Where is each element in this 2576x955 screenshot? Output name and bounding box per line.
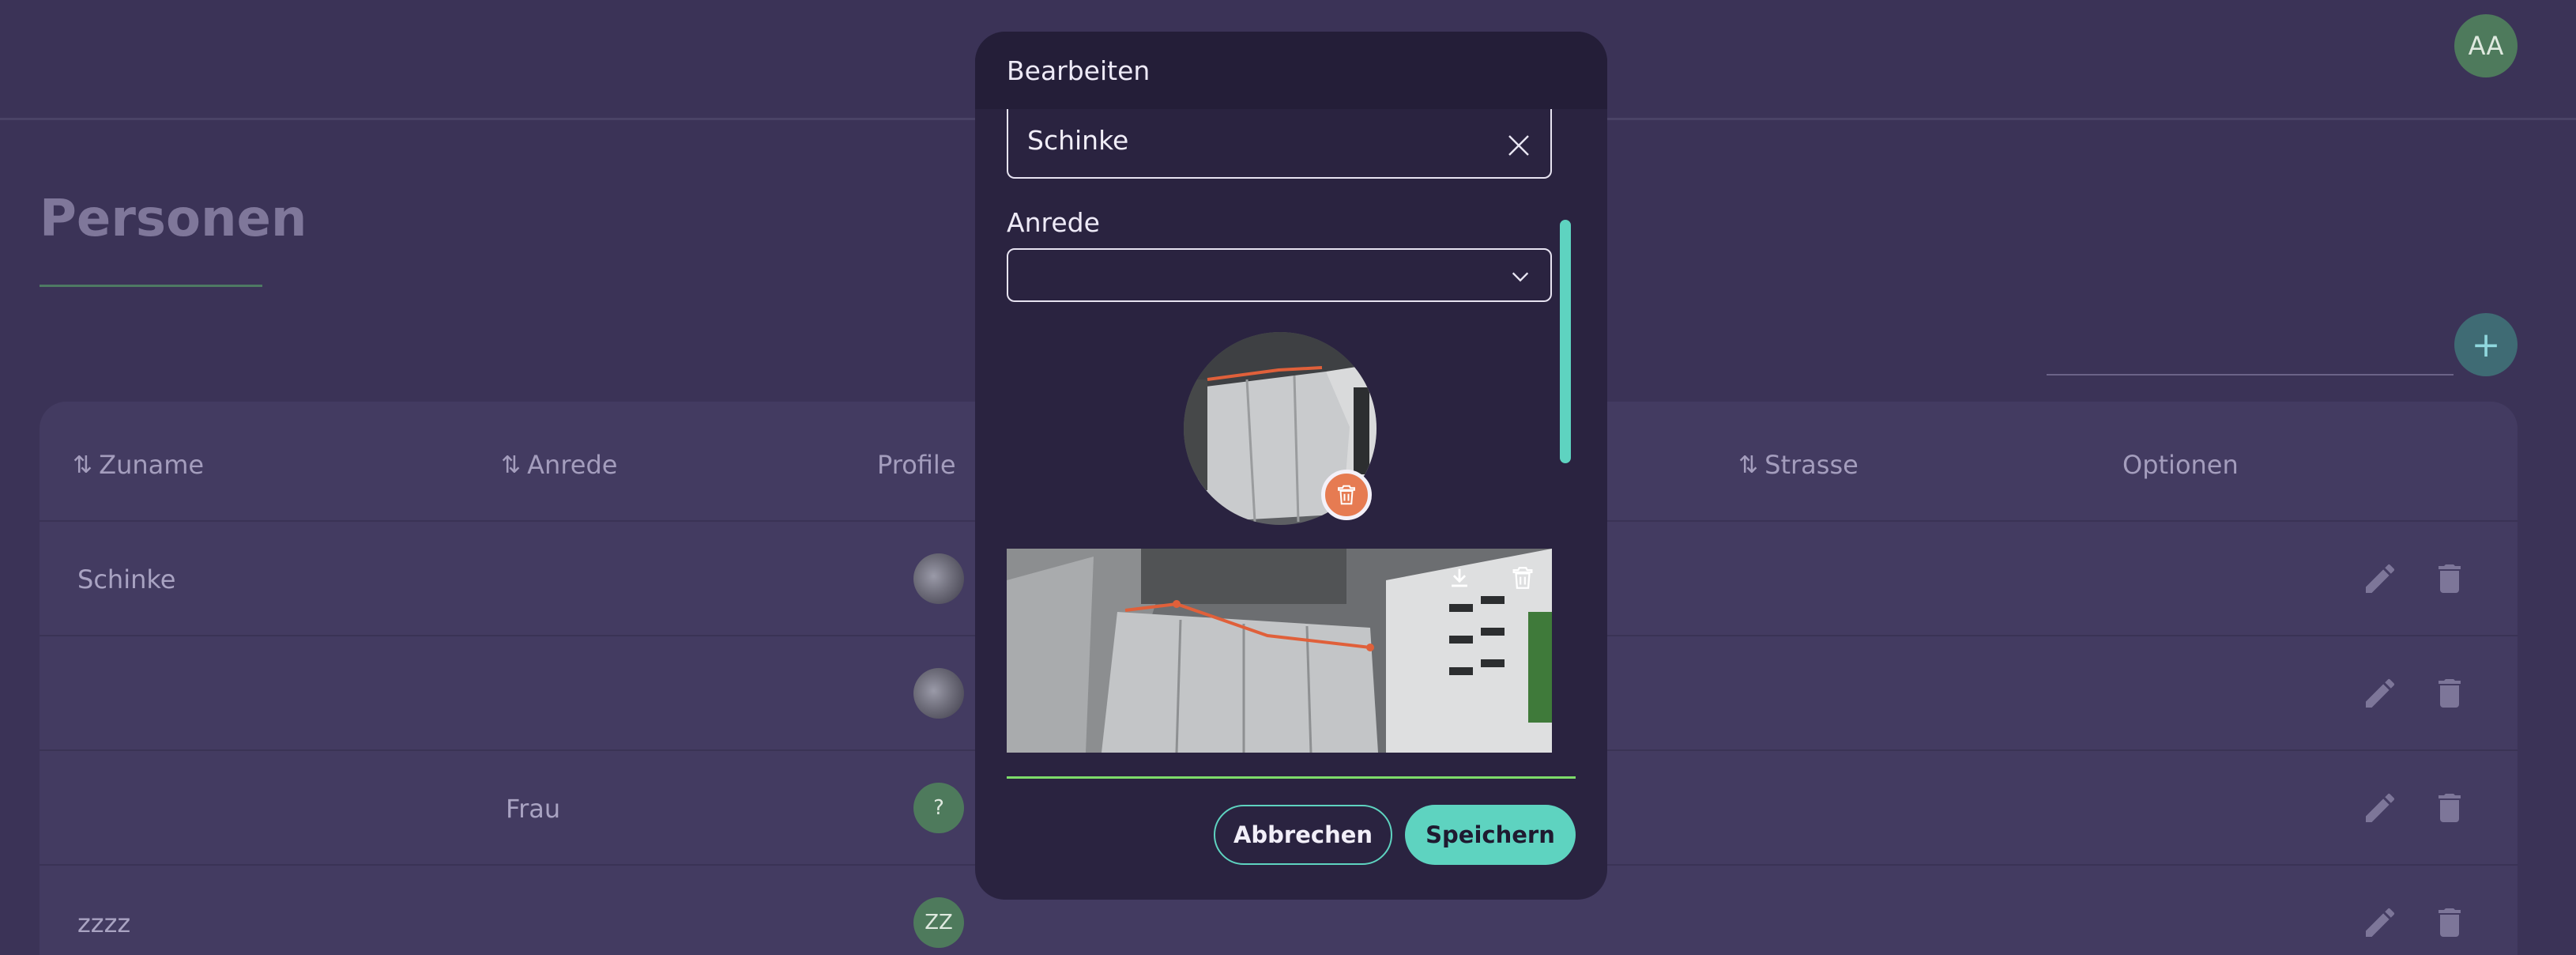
profile-avatar	[913, 668, 964, 719]
edit-dialog: Bearbeiten Schinke Anrede Abbrechen Spei…	[975, 32, 1607, 900]
cell-zuname: zzzz	[77, 908, 131, 938]
dialog-header: Bearbeiten	[975, 32, 1607, 109]
dialog-divider	[1007, 776, 1576, 779]
close-icon[interactable]	[1505, 131, 1533, 160]
zuname-value: Schinke	[1027, 125, 1129, 156]
title-underline	[40, 285, 262, 287]
trash-icon[interactable]	[1509, 564, 1536, 591]
trash-icon	[1338, 485, 1355, 505]
profile-avatar: ZZ	[913, 897, 964, 948]
add-person-button[interactable]: +	[2454, 313, 2518, 376]
column-header-profile: Profile	[877, 450, 956, 480]
cancel-button[interactable]: Abbrechen	[1214, 805, 1392, 865]
delete-icon[interactable]	[2431, 560, 2469, 598]
column-header-zuname[interactable]: ⇅ Zuname	[73, 441, 204, 489]
edit-icon[interactable]	[2361, 674, 2399, 712]
user-avatar[interactable]: AA	[2454, 14, 2518, 77]
anrede-label: Anrede	[1007, 207, 1100, 238]
delete-icon[interactable]	[2431, 789, 2469, 827]
attachment-photo	[1007, 549, 1552, 753]
edit-icon[interactable]	[2361, 789, 2399, 827]
remove-profile-photo-button[interactable]	[1321, 470, 1372, 520]
profile-avatar: ?	[913, 783, 964, 833]
profile-avatar	[913, 553, 964, 604]
anrede-select[interactable]	[1007, 248, 1552, 302]
cell-zuname: Schinke	[77, 564, 176, 595]
save-button[interactable]: Speichern	[1405, 805, 1576, 865]
dialog-title: Bearbeiten	[1007, 55, 1151, 86]
chevron-down-icon	[1512, 272, 1529, 282]
search-input[interactable]	[2047, 374, 2454, 376]
plus-icon: +	[2471, 324, 2501, 365]
sort-icon: ⇅	[501, 451, 522, 479]
edit-icon[interactable]	[2361, 560, 2399, 598]
download-icon[interactable]	[1446, 564, 1473, 591]
dialog-scrollbar[interactable]	[1560, 220, 1571, 463]
column-header-optionen: Optionen	[2122, 450, 2239, 480]
edit-icon[interactable]	[2361, 904, 2399, 942]
zuname-input[interactable]: Schinke	[1007, 109, 1552, 179]
sort-icon: ⇅	[1738, 451, 1759, 479]
column-header-anrede[interactable]: ⇅ Anrede	[501, 441, 617, 489]
delete-icon[interactable]	[2431, 904, 2469, 942]
page-title: Personen	[40, 190, 307, 248]
delete-icon[interactable]	[2431, 674, 2469, 712]
column-header-strasse[interactable]: ⇅ Strasse	[1738, 441, 1859, 489]
cell-anrede: Frau	[506, 793, 561, 824]
sort-icon: ⇅	[73, 451, 93, 479]
